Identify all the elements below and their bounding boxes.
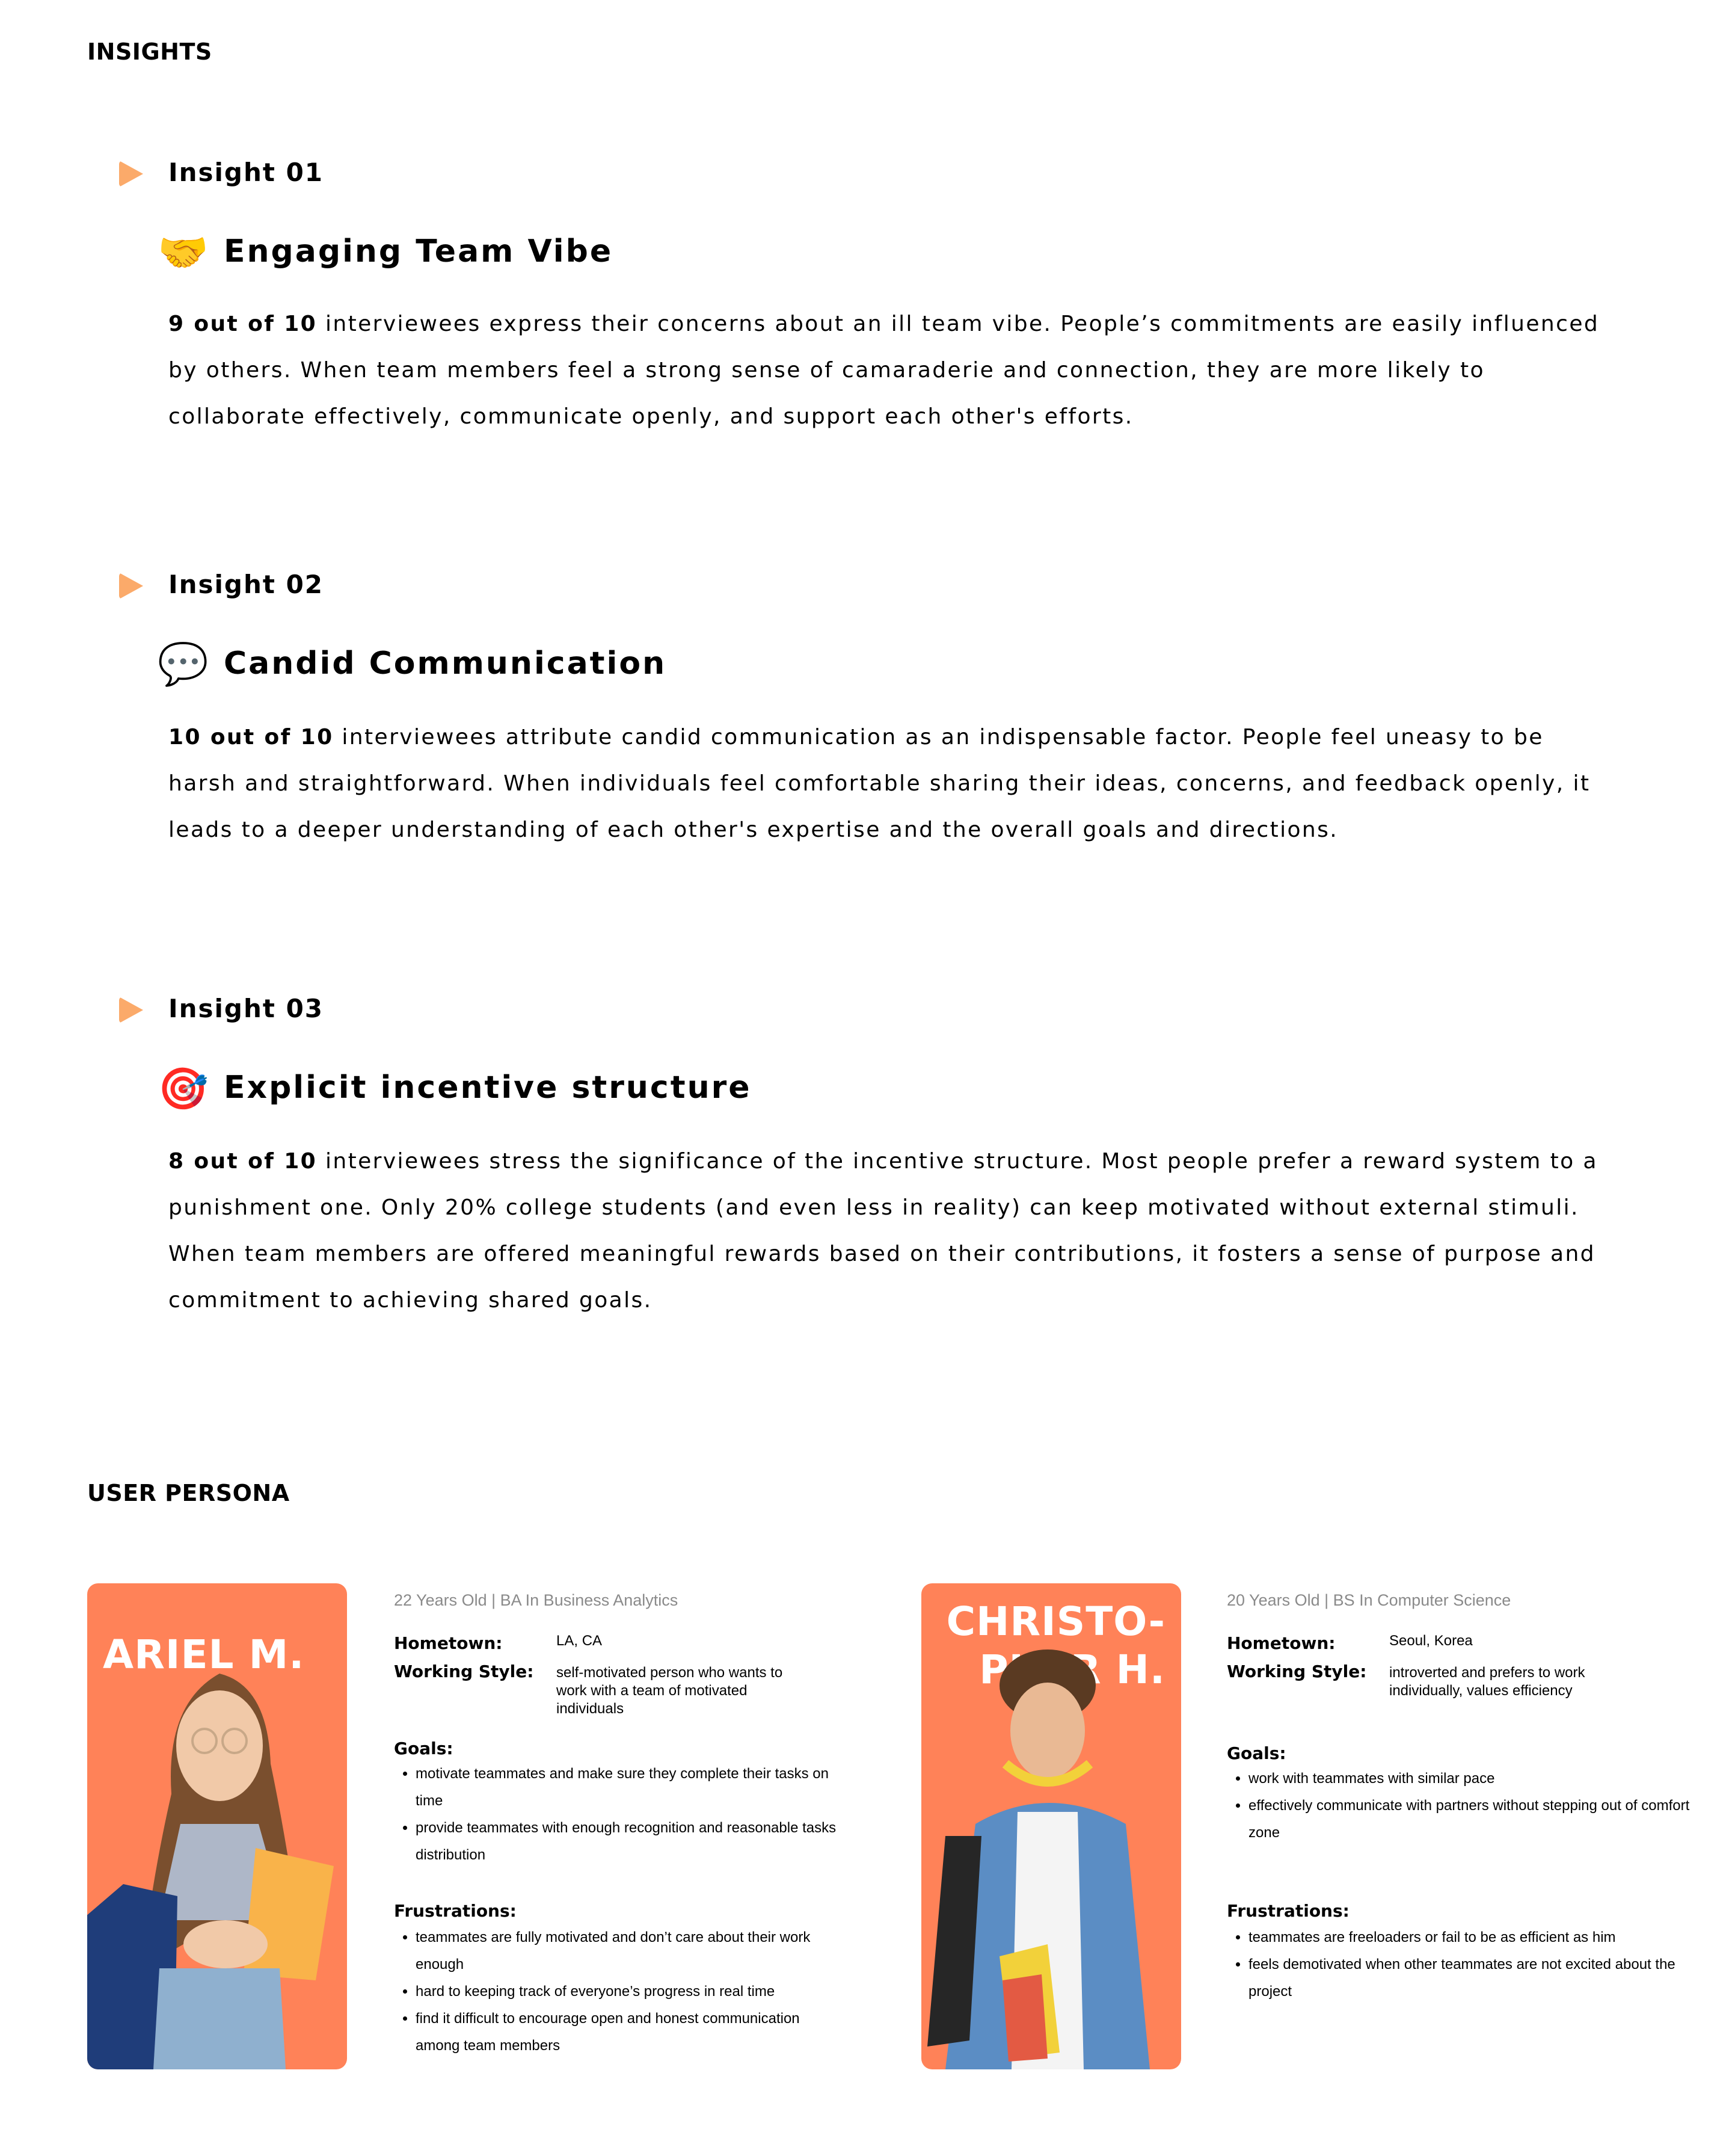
goals-label: Goals: — [394, 1739, 453, 1758]
list-item: teammates are fully motivated and don’t … — [416, 1924, 837, 1978]
insight-heading: Explicit incentive structure — [224, 1070, 752, 1106]
hometown-value: Seoul, Korea — [1389, 1633, 1473, 1649]
list-item: teammates are freeloaders or fail to be … — [1248, 1924, 1706, 1951]
goals-label: Goals: — [1227, 1743, 1286, 1763]
persona-photo — [87, 1674, 334, 2069]
list-item: feels demotivated when other teammates a… — [1248, 1951, 1706, 2005]
persona-card: ARIEL M. — [87, 1583, 347, 2069]
hometown-label: Hometown: — [1227, 1633, 1336, 1653]
persona-meta: 22 Years Old | BA In Business Analytics — [394, 1591, 678, 1609]
insight-stat: 10 out of 10 — [168, 725, 334, 750]
list-item: work with teammates with similar pace — [1248, 1765, 1706, 1792]
goals-list: work with teammates with similar pace ef… — [1227, 1765, 1706, 1846]
handshake-icon: 🤝 — [158, 230, 209, 276]
insight-text: interviewees attribute candid communicat… — [168, 725, 1591, 842]
insights-section-title: INSIGHTS — [87, 38, 212, 65]
working-style-value: self-motivated person who wants to work … — [556, 1665, 783, 1717]
speech-bubble-icon: 💬 — [158, 641, 209, 687]
list-item: find it difficult to encourage open and … — [416, 2005, 837, 2059]
insight-label: Insight 02 — [168, 570, 324, 599]
working-style-label: Working Style: — [1227, 1662, 1367, 1681]
insight-text: interviewees express their concerns abou… — [168, 312, 1600, 429]
frustrations-label: Frustrations: — [1227, 1901, 1350, 1921]
hometown-value: LA, CA — [556, 1633, 603, 1649]
target-icon: 🎯 — [158, 1066, 209, 1112]
list-item: hard to keeping track of everyone’s prog… — [416, 1978, 837, 2005]
play-icon — [119, 161, 143, 187]
insight-body: 9 out of 10 interviewees express their c… — [168, 301, 1600, 440]
insight-body: 10 out of 10 interviewees attribute cand… — [168, 714, 1600, 853]
persona-meta: 20 Years Old | BS In Computer Science — [1227, 1591, 1511, 1609]
goals-list: motivate teammates and make sure they co… — [394, 1760, 837, 1868]
play-icon — [119, 997, 143, 1023]
frustrations-label: Frustrations: — [394, 1901, 517, 1921]
frustrations-list: teammates are freeloaders or fail to be … — [1227, 1924, 1706, 2005]
persona-card: CHRISTO- PHER H. — [921, 1583, 1181, 2069]
insight-heading: Candid Communication — [224, 645, 667, 682]
hometown-label: Hometown: — [394, 1633, 503, 1653]
insight-text: interviewees stress the significance of … — [168, 1149, 1598, 1313]
insight-stat: 8 out of 10 — [168, 1149, 318, 1174]
working-style-label: Working Style: — [394, 1662, 534, 1681]
frustrations-list: teammates are fully motivated and don’t … — [394, 1924, 837, 2059]
play-icon — [119, 573, 143, 599]
list-item: motivate teammates and make sure they co… — [416, 1760, 837, 1814]
insight-label: Insight 03 — [168, 994, 324, 1023]
list-item: effectively communicate with partners wi… — [1248, 1792, 1706, 1846]
insight-stat: 9 out of 10 — [168, 312, 318, 336]
persona-section-title: USER PERSONA — [87, 1480, 290, 1506]
working-style-value: introverted and prefers to work individu… — [1389, 1665, 1585, 1699]
insight-heading: Engaging Team Vibe — [224, 233, 613, 270]
insight-body: 8 out of 10 interviewees stress the sign… — [168, 1138, 1600, 1323]
persona-photo — [927, 1649, 1150, 2069]
list-item: provide teammates with enough recognitio… — [416, 1814, 837, 1868]
insight-label: Insight 01 — [168, 158, 324, 187]
